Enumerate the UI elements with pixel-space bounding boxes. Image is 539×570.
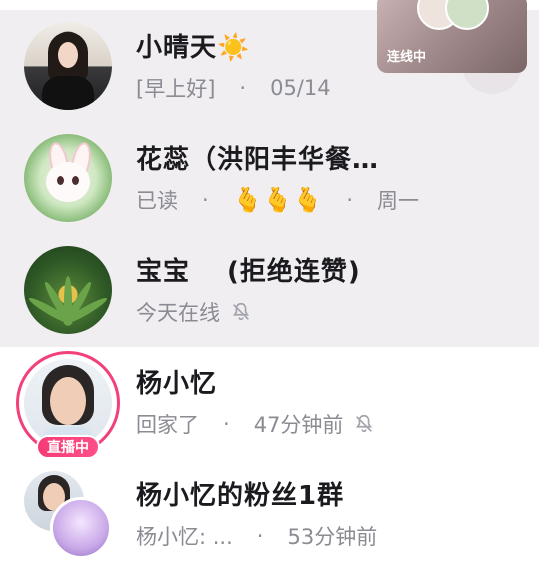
chat-time: 47分钟前 [253, 413, 344, 437]
chat-time: 05/14 [270, 76, 331, 100]
chat-status: 已读 [136, 189, 178, 213]
chat-status: 杨小忆: ... [136, 525, 233, 549]
chat-status: 回家了 [136, 413, 199, 437]
chat-time: 周一 [377, 189, 420, 213]
chat-row[interactable]: 直播中 杨小忆 回家了 · 47分钟前 [0, 346, 539, 459]
chat-row[interactable]: 花蕊（洪阳丰华餐… 已读 · 🫰🫰🫰 · 周一 [0, 122, 539, 234]
mute-bell-icon [356, 414, 373, 433]
chat-name: 花蕊（洪阳丰华餐… [136, 145, 380, 175]
chat-preview: [早上好] · 05/14 [136, 73, 331, 103]
avatar[interactable] [24, 246, 112, 334]
chat-name: 小晴天☀️ [136, 33, 251, 63]
group-avatar[interactable] [24, 471, 112, 559]
avatar[interactable] [24, 134, 112, 222]
mute-bell-icon [233, 302, 249, 321]
chat-preview: 已读 · 🫰🫰🫰 · 周一 [136, 185, 419, 215]
chat-preview: 今天在线 [136, 297, 252, 327]
chat-preview: 回家了 · 47分钟前 [136, 409, 375, 439]
chat-preview: 杨小忆: ... · 53分钟前 [136, 521, 377, 551]
chat-row[interactable]: 杨小忆的粉丝1群 杨小忆: ... · 53分钟前 [0, 458, 539, 570]
avatar[interactable] [24, 22, 112, 110]
separator-dot: · [346, 188, 354, 212]
separator-dot: · [256, 524, 264, 548]
connection-status-label: 连线中 [387, 50, 427, 65]
finger-heart-emoji: 🫰🫰🫰 [232, 186, 323, 214]
chat-row[interactable]: 宝宝 (拒绝连赞) 今天在线 [0, 234, 539, 346]
chat-name: 杨小忆 [136, 369, 218, 399]
live-connection-overlay[interactable]: 连线中 [377, 0, 527, 73]
chat-status: [早上好] [136, 77, 216, 101]
chat-status: 今天在线 [136, 301, 220, 325]
separator-dot: · [239, 76, 247, 100]
chat-name: 杨小忆的粉丝1群 [136, 481, 345, 511]
live-badge[interactable]: 直播中 [36, 435, 100, 459]
chat-time: 53分钟前 [287, 525, 378, 549]
avatar[interactable] [24, 359, 112, 447]
separator-dot: · [223, 412, 230, 436]
separator-dot: · [202, 188, 209, 212]
chat-name: 宝宝 (拒绝连赞) [136, 257, 361, 287]
